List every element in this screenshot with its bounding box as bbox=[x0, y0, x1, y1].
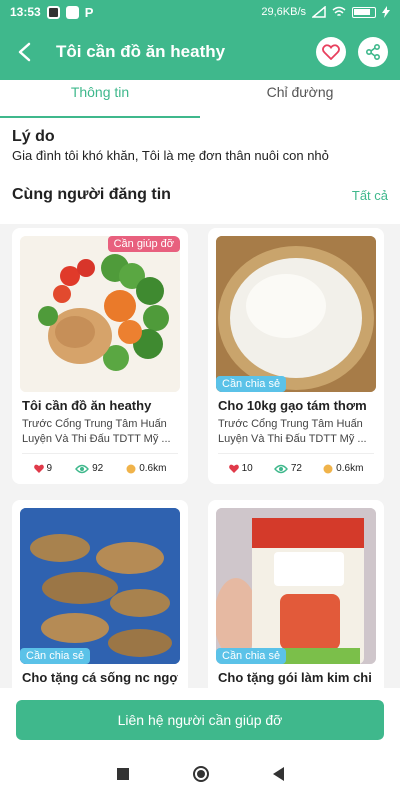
views-count: 72 bbox=[290, 463, 302, 474]
distance-value: 0.6km bbox=[336, 463, 364, 474]
rice-photo bbox=[216, 236, 376, 392]
wifi-icon bbox=[332, 6, 346, 17]
likes-stat: 10 bbox=[228, 463, 253, 474]
signal-icon bbox=[312, 6, 326, 18]
related-posts-grid[interactable]: Cần giúp đỡ Tôi cần đồ ăn heathy Trước C… bbox=[0, 224, 400, 694]
views-stat: 92 bbox=[75, 463, 103, 474]
favorite-button[interactable] bbox=[316, 37, 346, 67]
likes-count: 9 bbox=[46, 463, 53, 474]
status-badge: Cần chia sẻ bbox=[216, 376, 287, 392]
network-speed: 29,6KB/s bbox=[261, 6, 306, 18]
system-navigation-bar bbox=[0, 748, 400, 800]
views-count: 92 bbox=[92, 463, 104, 474]
post-title: Cho 10kg gạo tám thơm bbox=[218, 398, 367, 413]
back-button[interactable] bbox=[12, 38, 40, 66]
reason-section: Lý do Gia đình tôi khó khăn, Tôi là mẹ đ… bbox=[12, 128, 392, 163]
post-card[interactable]: Cần giúp đỡ Tôi cần đồ ăn heathy Trước C… bbox=[12, 228, 188, 484]
heart-icon bbox=[33, 464, 44, 473]
location-dot-icon bbox=[126, 464, 136, 473]
post-image: Cần chia sẻ bbox=[20, 508, 180, 664]
status-bar: 13:53 P 29,6KB/s bbox=[0, 0, 400, 24]
reason-heading: Lý do bbox=[12, 128, 55, 145]
reason-text: Gia đình tôi khó khăn, Tôi là mẹ đơn thâ… bbox=[12, 148, 329, 163]
post-address: Trước Cổng Trung Tâm Huấn Luyện Và Thi Đ… bbox=[22, 418, 171, 445]
see-all-link[interactable]: Tất cả bbox=[352, 188, 388, 203]
parking-icon: P bbox=[84, 4, 94, 20]
tab-directions[interactable]: Chỉ đường bbox=[200, 80, 400, 118]
bottom-action-area: Liên hệ người cần giúp đỡ bbox=[0, 688, 400, 748]
status-badge: Cần chia sẻ bbox=[20, 648, 91, 664]
eye-icon bbox=[273, 464, 288, 473]
distance-stat: 0.6km bbox=[323, 463, 363, 474]
status-time: 13:53 bbox=[10, 5, 41, 19]
likes-stat: 9 bbox=[33, 463, 53, 474]
post-image: Cần chia sẻ bbox=[216, 508, 376, 664]
share-icon bbox=[365, 44, 380, 60]
food-photo bbox=[20, 236, 180, 392]
status-badge: Cần giúp đỡ bbox=[107, 236, 180, 252]
related-posts-header: Cùng người đăng tin Tất cả bbox=[12, 186, 388, 204]
system-back-button[interactable] bbox=[272, 767, 284, 781]
recent-apps-button[interactable] bbox=[116, 768, 129, 780]
battery-icon bbox=[352, 6, 376, 18]
post-title: Tôi cần đồ ăn heathy bbox=[22, 398, 152, 413]
heart-icon bbox=[322, 44, 340, 60]
page-title: Tôi cần đồ ăn heathy bbox=[56, 42, 226, 61]
tab-bar: Thông tin Chỉ đường bbox=[0, 80, 400, 118]
distance-stat: 0.6km bbox=[126, 463, 166, 474]
post-card[interactable]: Cần chia sẻ Cho 10kg gạo tám thơm Trước … bbox=[208, 228, 384, 484]
app-bar: Tôi cần đồ ăn heathy bbox=[0, 24, 400, 80]
fish-photo bbox=[20, 508, 180, 664]
home-button[interactable] bbox=[192, 766, 209, 782]
post-stats: 9 92 0.6km bbox=[22, 453, 178, 477]
arrow-left-icon bbox=[18, 42, 31, 62]
status-badge: Cần chia sẻ bbox=[216, 648, 287, 664]
share-button[interactable] bbox=[358, 37, 388, 67]
eye-icon bbox=[75, 464, 90, 473]
post-card[interactable]: Cần chia sẻ Cho tặng cá sống nc ngọt bbox=[12, 500, 188, 694]
distance-value: 0.6km bbox=[139, 463, 167, 474]
related-posts-title: Cùng người đăng tin bbox=[12, 186, 171, 203]
post-image: Cần giúp đỡ bbox=[20, 236, 180, 392]
post-card[interactable]: Cần chia sẻ Cho tặng gói làm kim chi bbox=[208, 500, 384, 694]
status-right: 29,6KB/s bbox=[261, 6, 390, 18]
post-stats: 10 72 0.6km bbox=[218, 453, 374, 477]
post-image: Cần chia sẻ bbox=[216, 236, 376, 392]
views-stat: 72 bbox=[273, 463, 302, 474]
contact-button[interactable]: Liên hệ người cần giúp đỡ bbox=[16, 700, 384, 740]
post-title: Cho tặng gói làm kim chi bbox=[218, 670, 372, 685]
status-left: 13:53 P bbox=[10, 5, 93, 20]
charging-icon bbox=[382, 6, 390, 18]
likes-count: 10 bbox=[241, 463, 253, 474]
post-title: Cho tặng cá sống nc ngọt bbox=[22, 670, 178, 685]
tab-info[interactable]: Thông tin bbox=[0, 80, 200, 118]
post-address: Trước Cổng Trung Tâm Huấn Luyện Và Thi Đ… bbox=[218, 418, 367, 445]
heart-icon bbox=[228, 464, 239, 473]
app-notification-icon bbox=[65, 5, 79, 19]
location-dot-icon bbox=[323, 464, 333, 473]
kimchi-pack-photo bbox=[216, 508, 376, 664]
notification-icon bbox=[46, 5, 60, 19]
